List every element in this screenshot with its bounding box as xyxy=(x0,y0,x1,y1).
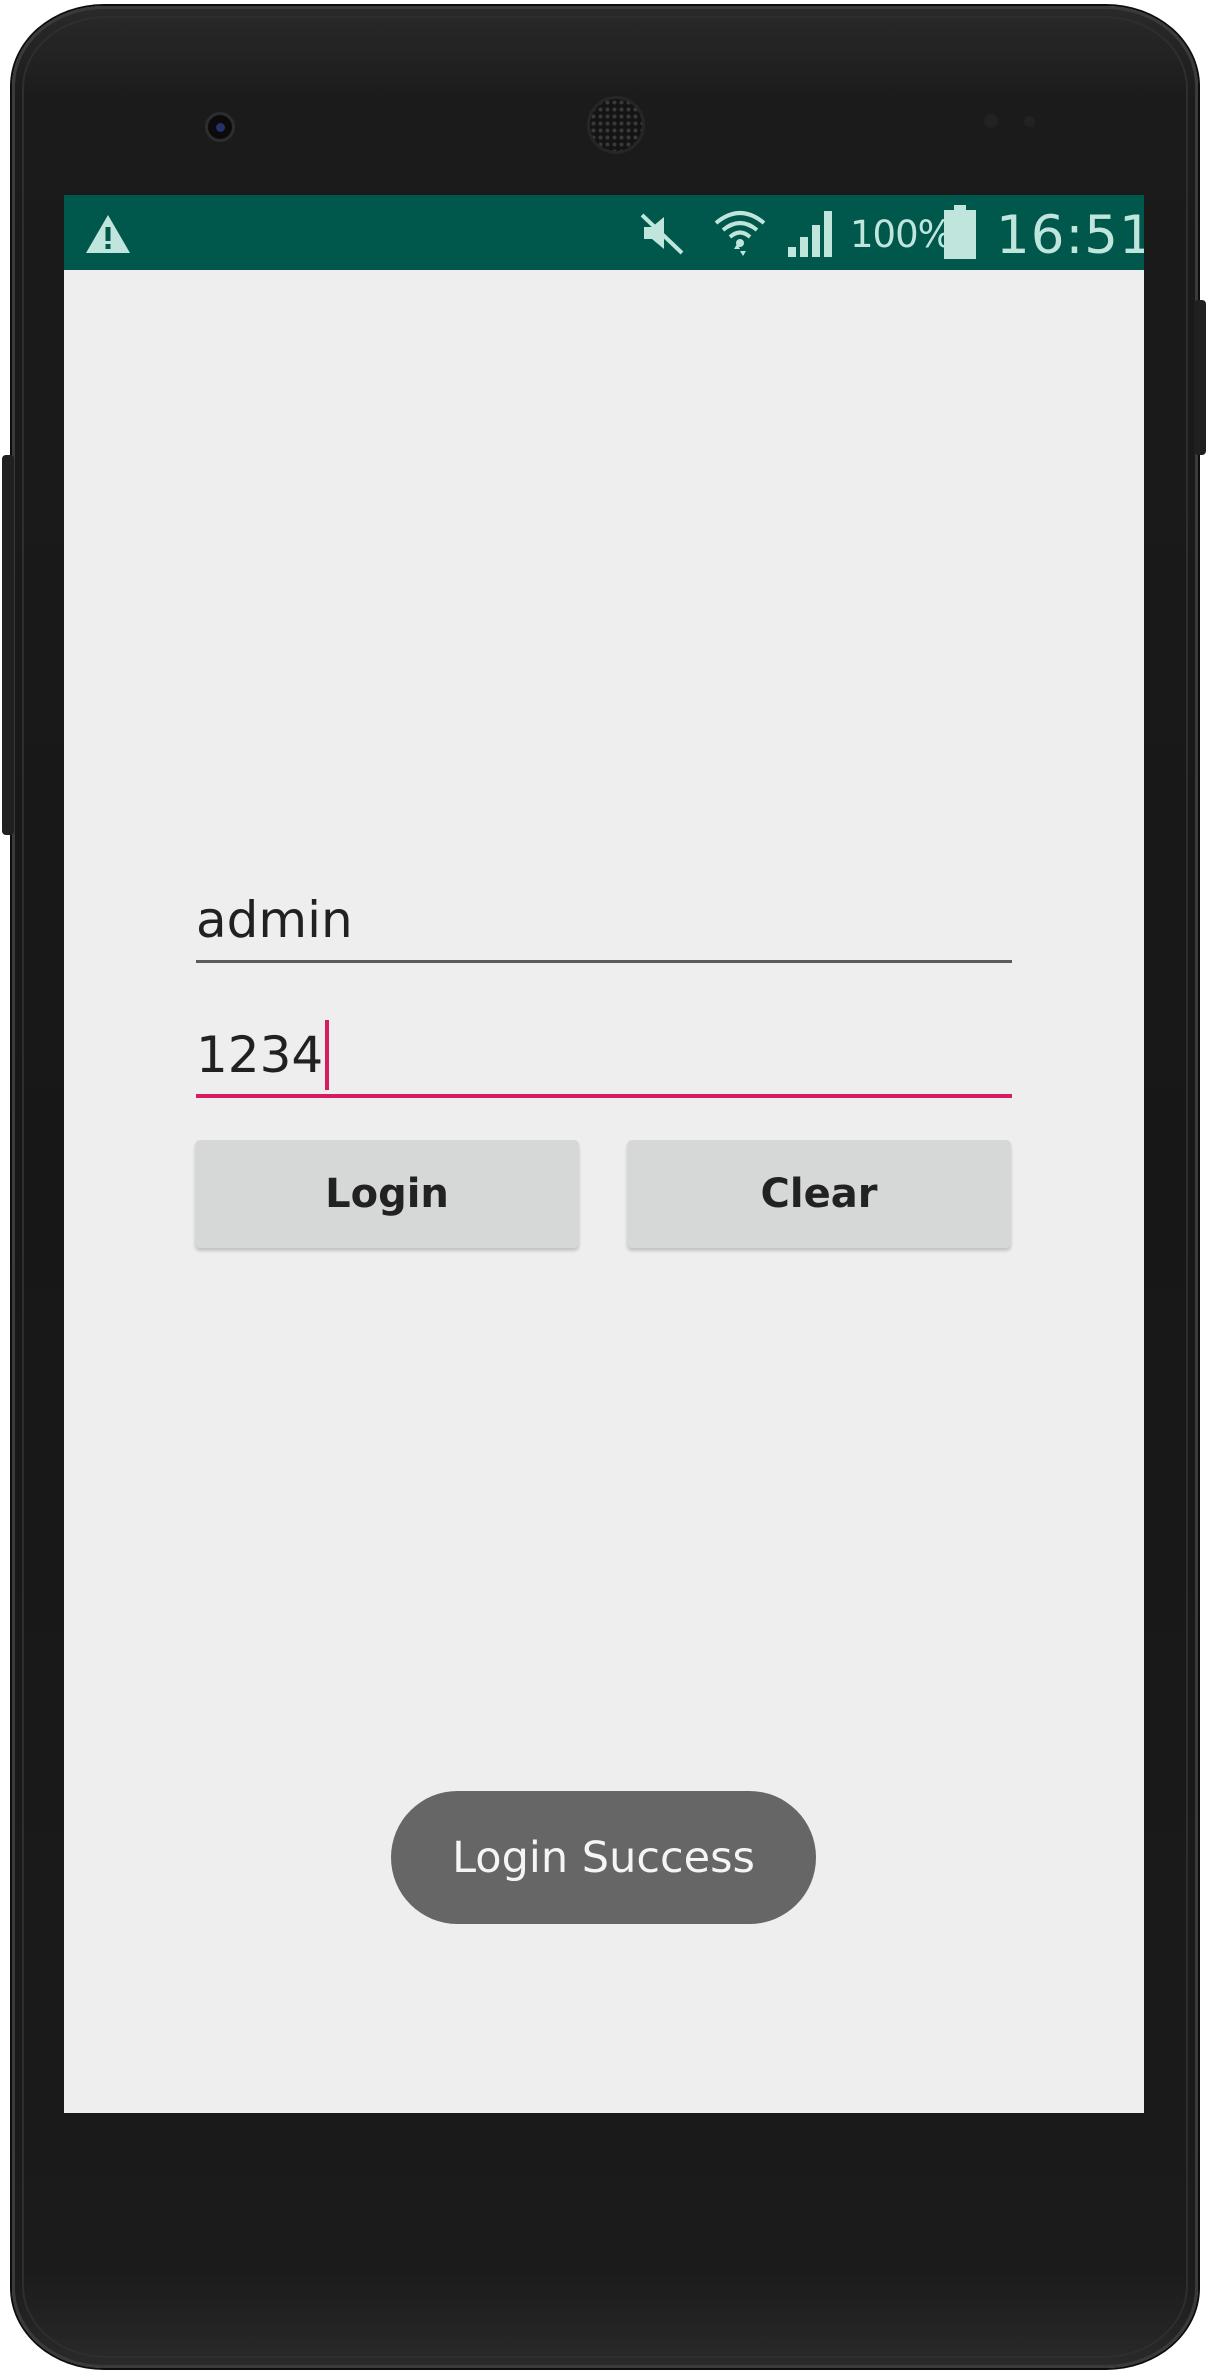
device-stage: 100% 16:51 admin 1234 Login Clear Login … xyxy=(0,0,1210,2375)
front-camera xyxy=(205,112,235,142)
text-cursor xyxy=(325,1020,330,1090)
battery-icon xyxy=(944,205,976,259)
password-field[interactable]: 1234 xyxy=(196,1020,1012,1098)
status-bar: 100% 16:51 xyxy=(64,195,1144,270)
clear-button[interactable]: Clear xyxy=(627,1140,1011,1248)
login-button[interactable]: Login xyxy=(195,1140,579,1248)
earpiece-speaker xyxy=(587,96,645,154)
volume-rocker[interactable] xyxy=(2,455,14,835)
light-sensor xyxy=(1024,116,1035,127)
password-value: 1234 xyxy=(196,1026,324,1084)
username-underline xyxy=(196,960,1012,963)
status-clock: 16:51 xyxy=(996,205,1144,266)
password-underline xyxy=(196,1094,1012,1098)
warning-icon xyxy=(86,215,130,253)
username-field[interactable]: admin xyxy=(196,885,1012,963)
wifi-icon xyxy=(714,211,766,256)
password-value-wrap: 1234 xyxy=(196,1020,330,1090)
app-screen: 100% 16:51 admin 1234 Login Clear Login … xyxy=(64,195,1144,2113)
battery-percentage: 100% xyxy=(850,213,953,256)
signal-icon xyxy=(788,211,832,257)
mute-icon xyxy=(640,213,684,255)
username-value: admin xyxy=(196,891,353,949)
toast-message: Login Success xyxy=(391,1791,816,1924)
power-button[interactable] xyxy=(1194,300,1206,455)
proximity-sensor xyxy=(984,114,998,128)
